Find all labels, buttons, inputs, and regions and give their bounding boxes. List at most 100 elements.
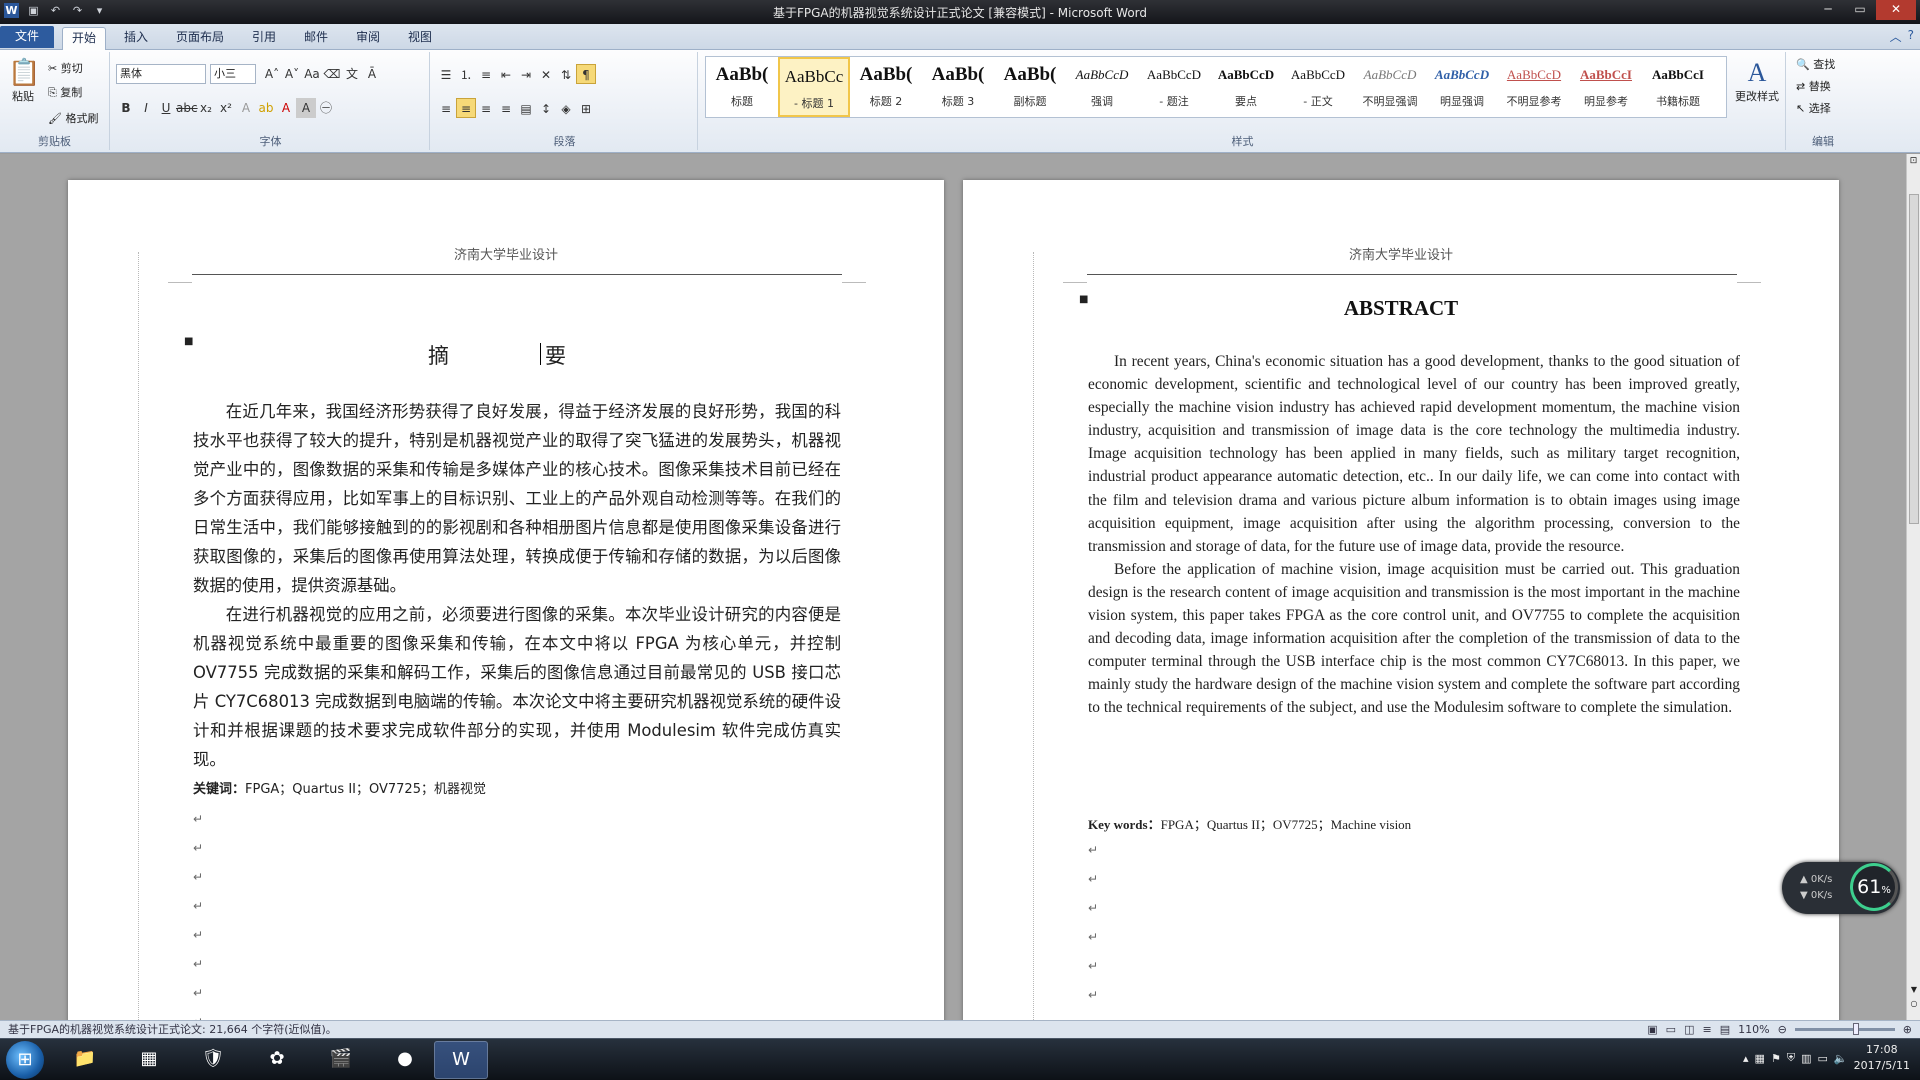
cut-button[interactable]: ✂ 剪切 (48, 60, 83, 76)
strikethrough-icon[interactable]: abc (176, 98, 198, 118)
subscript-icon[interactable]: x₂ (196, 98, 216, 118)
multilevel-list-icon[interactable]: ≡ (476, 65, 496, 85)
format-painter-button[interactable]: 🖌 格式刷 (48, 110, 98, 126)
superscript-icon[interactable]: x² (216, 98, 236, 118)
paste-button[interactable]: 📋 粘贴 (8, 58, 40, 104)
style-item[interactable]: AaBb(标题 2 (850, 57, 922, 117)
style-item[interactable]: AaBbCcI 明显参考 (1570, 57, 1642, 117)
shield-icon[interactable]: ⛨ (1787, 1051, 1795, 1065)
network-icon[interactable]: ▥ (1801, 1052, 1811, 1065)
char-shading-icon[interactable]: A (296, 98, 316, 118)
show-marks-icon[interactable]: ¶ (576, 64, 596, 84)
text-effects-icon[interactable]: A (236, 98, 256, 118)
browse-object-icon[interactable]: ○ (1907, 999, 1920, 1008)
zoom-in-icon[interactable]: ⊕ (1903, 1021, 1912, 1038)
chinese-layout-icon[interactable]: ✕ (536, 65, 556, 85)
document-info[interactable]: 基于FPGA的机器视觉系统设计正式论文: 21,664 个字符(近似值)。 (8, 1021, 337, 1038)
abstract-body[interactable]: 在近几年来，我国经济形势获得了良好发展，得益于经济发展的良好形势，我国的科技水平… (193, 397, 841, 774)
minimize-button[interactable]: ─ (1812, 0, 1844, 20)
style-item[interactable]: AaBbCcD 要点 (1210, 57, 1282, 117)
tab-view[interactable]: 视图 (400, 27, 440, 50)
full-screen-view-icon[interactable]: ▭ (1666, 1021, 1676, 1038)
find-button[interactable]: 🔍 查找 (1796, 56, 1835, 72)
tray-app-icon[interactable]: ▦ (1755, 1052, 1765, 1065)
style-item[interactable]: AaBbCcD 强调 (1066, 57, 1138, 117)
style-item[interactable]: AaBbCcD - 正文 (1282, 57, 1354, 117)
browser-taskbar-icon[interactable]: ● (378, 1041, 432, 1079)
bold-icon[interactable]: B (116, 98, 136, 118)
line-spacing-icon[interactable]: ↕ (536, 99, 556, 119)
style-item-selected[interactable]: AaBbCc - 标题 1 (778, 57, 850, 117)
maximize-button[interactable]: ▭ (1844, 0, 1876, 20)
flag-icon[interactable]: ⚑ (1771, 1052, 1781, 1065)
volume-icon[interactable]: 🔈 (1834, 1052, 1848, 1065)
app-taskbar-icon[interactable]: ▦ (122, 1041, 176, 1079)
draft-view-icon[interactable]: ▤ (1720, 1021, 1730, 1038)
page-chinese-abstract[interactable]: 济南大学毕业设计 ■ 摘 要 在近几年来，我国经济形势获得了良好发展，得益于经济… (68, 180, 944, 1020)
highlight-icon[interactable]: ab (256, 98, 276, 118)
start-button[interactable]: ⊞ (6, 1041, 44, 1079)
style-item[interactable]: AaBbCcD - 题注 (1138, 57, 1210, 117)
tab-references[interactable]: 引用 (244, 27, 284, 50)
zoom-out-icon[interactable]: ⊖ (1778, 1021, 1787, 1038)
scroll-thumb[interactable] (1909, 194, 1919, 524)
shrink-font-icon[interactable]: A˅ (282, 64, 302, 84)
font-size-select[interactable]: 小三 (210, 64, 256, 84)
tab-file[interactable]: 文件 (0, 26, 54, 48)
change-styles-button[interactable]: A 更改样式 (1732, 58, 1782, 104)
tab-mailings[interactable]: 邮件 (296, 27, 336, 50)
tab-insert[interactable]: 插入 (116, 27, 156, 50)
change-case-icon[interactable]: Aa (302, 64, 322, 84)
font-name-select[interactable]: 黑体 (116, 64, 206, 84)
tab-review[interactable]: 审阅 (348, 27, 388, 50)
print-layout-view-icon[interactable]: ▣ (1647, 1021, 1657, 1038)
style-item[interactable]: AaBbCcD 不明显参考 (1498, 57, 1570, 117)
help-icon[interactable]: ? (1908, 28, 1914, 45)
copy-button[interactable]: ⎘ 复制 (48, 84, 82, 100)
tab-home[interactable]: 开始 (62, 27, 106, 50)
ribbon-minimize-icon[interactable]: ︿ (1890, 28, 1902, 45)
numbering-icon[interactable]: ⒈ (456, 65, 476, 85)
align-left-icon[interactable]: ≡ (436, 99, 456, 119)
media-taskbar-icon[interactable]: ✿ (250, 1041, 304, 1079)
word-taskbar-icon[interactable]: W (434, 1041, 488, 1079)
decrease-indent-icon[interactable]: ⇤ (496, 65, 516, 85)
security-taskbar-icon[interactable]: 🛡 (186, 1041, 240, 1079)
network-speed-widget[interactable]: ▲ 0K/s ▼ 0K/s 61% (1782, 862, 1900, 914)
style-item[interactable]: AaBb(标题 (706, 57, 778, 117)
zoom-level[interactable]: 110% (1738, 1021, 1769, 1038)
style-item[interactable]: AaBbCcD 不明显强调 (1354, 57, 1426, 117)
explorer-taskbar-icon[interactable]: 📁 (58, 1041, 112, 1079)
style-item[interactable]: AaBb(副标题 (994, 57, 1066, 117)
scroll-down-icon[interactable]: ▼ (1907, 985, 1920, 994)
select-button[interactable]: ↖ 选择 (1796, 100, 1831, 116)
outline-view-icon[interactable]: ≡ (1702, 1021, 1711, 1038)
underline-icon[interactable]: U (156, 98, 176, 118)
style-item[interactable]: AaBbCcI 书籍标题 (1642, 57, 1714, 117)
pinyin-icon[interactable]: 文 (342, 64, 362, 84)
clear-format-icon[interactable]: ⌫ (322, 64, 342, 84)
align-right-icon[interactable]: ≡ (476, 99, 496, 119)
increase-indent-icon[interactable]: ⇥ (516, 65, 536, 85)
italic-icon[interactable]: I (136, 98, 156, 118)
bullets-icon[interactable]: ☰ (436, 65, 456, 85)
replace-button[interactable]: ⇄ 替换 (1796, 78, 1831, 94)
ruler-toggle-icon[interactable]: ⊡ (1907, 156, 1920, 166)
video-taskbar-icon[interactable]: 🎬 (314, 1041, 368, 1079)
justify-icon[interactable]: ≡ (496, 99, 516, 119)
abstract-body[interactable]: In recent years, China's economic situat… (1088, 350, 1740, 720)
style-item[interactable]: AaBb(标题 3 (922, 57, 994, 117)
zoom-slider[interactable] (1794, 1023, 1895, 1035)
enclose-char-icon[interactable]: ㊀ (316, 98, 336, 118)
close-button[interactable]: ✕ (1876, 0, 1916, 20)
distributed-icon[interactable]: ▤ (516, 99, 536, 119)
monitor-icon[interactable]: ▭ (1817, 1052, 1827, 1065)
shading-icon[interactable]: ◈ (556, 99, 576, 119)
char-border-icon[interactable]: Ā (362, 64, 382, 84)
vertical-scrollbar[interactable]: ⊡ ▼ ○ (1906, 154, 1920, 1020)
page-english-abstract[interactable]: 济南大学毕业设计 ■ ABSTRACT In recent years, Chi… (963, 180, 1839, 1020)
align-center-icon[interactable]: ≡ (456, 98, 476, 118)
borders-icon[interactable]: ⊞ (576, 99, 596, 119)
style-item[interactable]: AaBbCcD 明显强调 (1426, 57, 1498, 117)
tab-page-layout[interactable]: 页面布局 (168, 27, 232, 50)
